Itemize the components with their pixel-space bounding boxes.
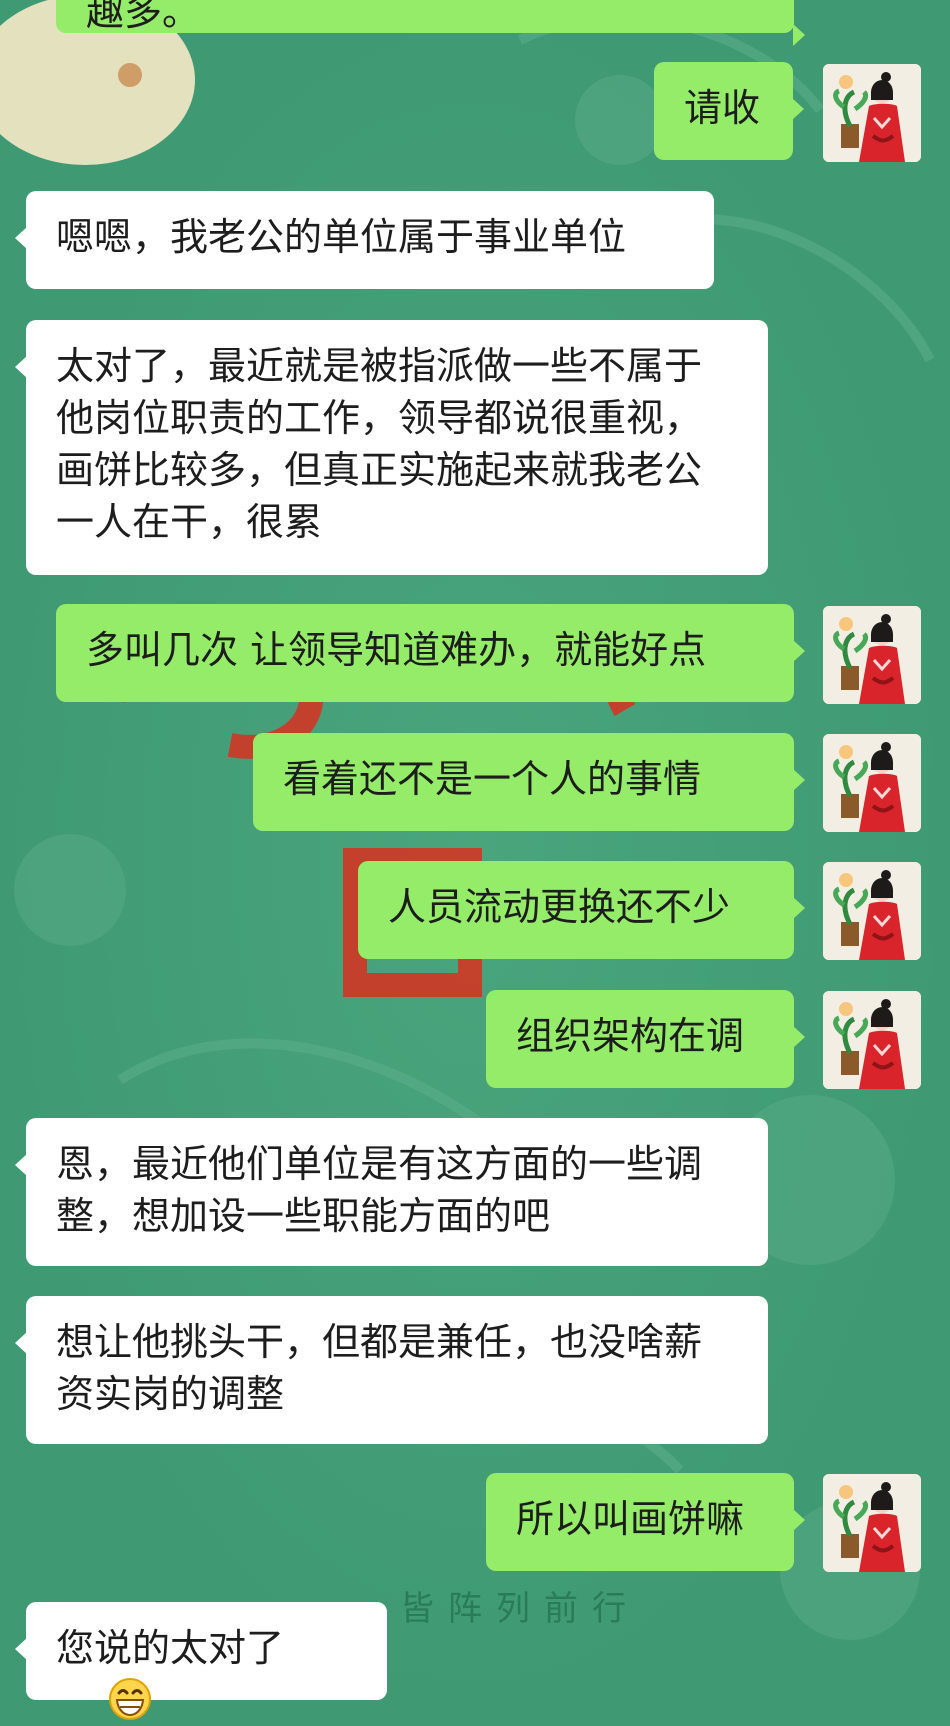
woman-in-red-hanfu-avatar-icon[interactable] [823, 1474, 921, 1572]
message-text: 您说的太对了 [56, 1626, 285, 1670]
incoming-message-bubble[interactable]: 太对了，最近就是被指派做一些不属于他岗位职责的工作，领导都说很重视，画饼比较多，… [15, 320, 768, 575]
grinning-face-icon [56, 1678, 152, 1722]
outgoing-message-bubble[interactable]: 组织架构在调 [486, 990, 805, 1088]
outgoing-message-bubble[interactable]: 请收 [654, 62, 804, 160]
message-text: 人员流动更换还不少 [388, 885, 731, 929]
message-text: 组织架构在调 [516, 1014, 745, 1058]
grinning-face-icon [109, 1678, 152, 1720]
woman-in-red-hanfu-avatar-icon[interactable] [823, 734, 921, 832]
woman-in-red-hanfu-avatar-icon[interactable] [823, 64, 921, 162]
message-text: 太对了，最近就是被指派做一些不属于他岗位职责的工作，领导都说很重视，画饼比较多，… [56, 344, 703, 544]
incoming-message-bubble[interactable]: 嗯嗯，我老公的单位属于事业单位 [15, 191, 714, 289]
outgoing-message-bubble[interactable]: 多叫几次 让领导知道难办，就能好点 [56, 604, 805, 702]
message-text: 想让他挑头干，但都是兼任，也没啥薪资实岗的调整 [56, 1320, 703, 1416]
incoming-message-bubble[interactable]: 您说的太对了 [15, 1602, 387, 1720]
woman-in-red-hanfu-avatar-icon[interactable] [823, 606, 921, 704]
message-text: 恩，最近他们单位是有这方面的一些调整，想加设一些职能方面的吧 [56, 1142, 703, 1238]
outgoing-message-bubble[interactable]: 趣多。 [56, 0, 805, 46]
outgoing-message-bubble[interactable]: 所以叫画饼嘛 [486, 1473, 805, 1571]
wallpaper-watermark-text: 皆阵列前行 [400, 1589, 640, 1629]
incoming-message-bubble[interactable]: 恩，最近他们单位是有这方面的一些调整，想加设一些职能方面的吧 [15, 1118, 768, 1266]
message-text: 嗯嗯，我老公的单位属于事业单位 [56, 215, 627, 259]
incoming-message-bubble[interactable]: 想让他挑头干，但都是兼任，也没啥薪资实岗的调整 [15, 1296, 768, 1444]
outgoing-message-bubble[interactable]: 看着还不是一个人的事情 [253, 733, 805, 831]
message-text: 所以叫画饼嘛 [516, 1497, 745, 1541]
outgoing-message-bubble[interactable]: 人员流动更换还不少 [358, 861, 805, 959]
woman-in-red-hanfu-avatar-icon[interactable] [823, 991, 921, 1089]
message-text: 请收 [684, 86, 761, 130]
woman-in-red-hanfu-avatar-icon[interactable] [823, 862, 921, 960]
message-text: 趣多。 [86, 0, 201, 34]
message-text: 多叫几次 让领导知道难办，就能好点 [86, 628, 707, 672]
message-text: 看着还不是一个人的事情 [283, 757, 702, 801]
